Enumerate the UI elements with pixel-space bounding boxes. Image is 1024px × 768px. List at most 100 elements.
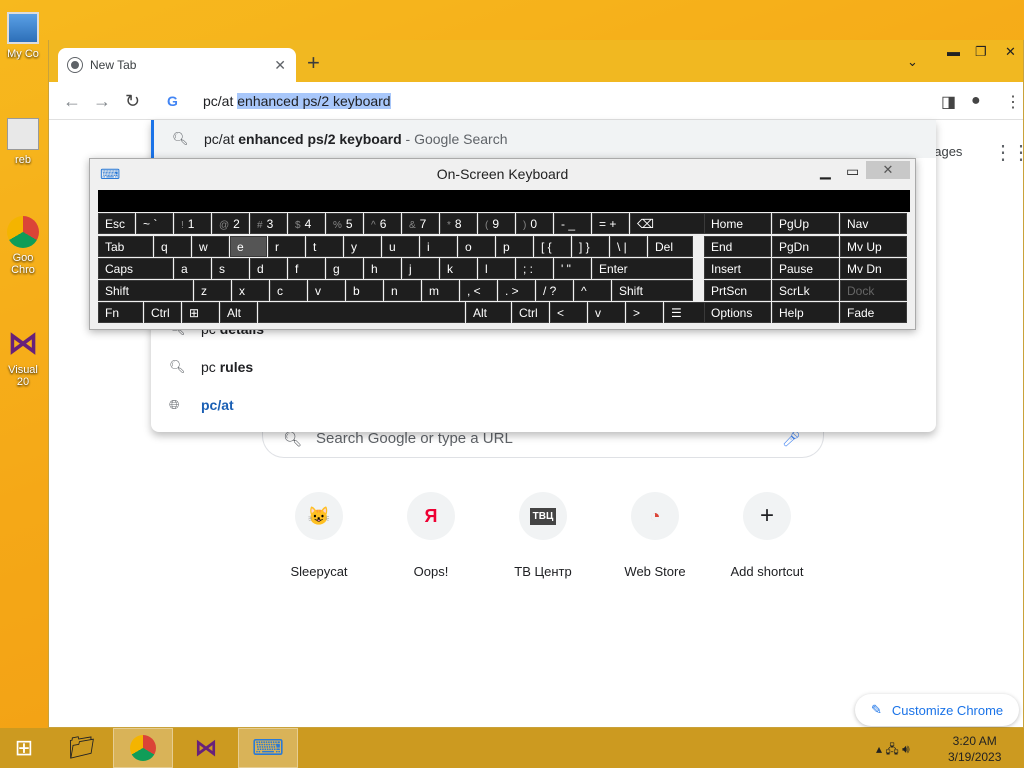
osk-key[interactable]: < xyxy=(550,302,587,323)
apps-icon[interactable]: ⋮⋮⋮ xyxy=(993,140,1024,165)
osk-key[interactable]: . > xyxy=(498,280,535,301)
osk-key[interactable]: e xyxy=(230,236,267,257)
shortcut-add[interactable]: + Add shortcut xyxy=(711,492,823,579)
osk-nav-key[interactable]: PgUp xyxy=(772,213,839,234)
osk-key[interactable]: Shift xyxy=(98,280,193,301)
osk-nav-key[interactable]: Help xyxy=(772,302,839,323)
osk-key[interactable]: f xyxy=(288,258,325,279)
osk-key[interactable]: Ctrl xyxy=(144,302,181,323)
osk-key[interactable]: p xyxy=(496,236,533,257)
osk-key[interactable]: Ctrl xyxy=(512,302,549,323)
new-tab-button[interactable]: + xyxy=(307,52,320,74)
osk-key[interactable]: n xyxy=(384,280,421,301)
osk-key[interactable]: ) 0 xyxy=(516,213,553,234)
osk-nav-key[interactable]: End xyxy=(704,236,771,257)
osk-nav-key[interactable]: Options xyxy=(704,302,771,323)
osk-key[interactable]: [ { xyxy=(534,236,571,257)
address-input[interactable]: pc/at enhanced ps/2 keyboard xyxy=(203,93,391,109)
osk-taskbar-icon[interactable]: ⌨ xyxy=(238,728,298,768)
shortcut-sleepycat[interactable]: 😺 Sleepycat xyxy=(263,492,375,579)
osk-key[interactable]: Alt xyxy=(220,302,257,323)
osk-nav-key[interactable]: Dock xyxy=(840,280,907,301)
osk-key[interactable]: #3 xyxy=(250,213,287,234)
desktop-icon-chrome[interactable]: Goo Chro xyxy=(0,216,46,276)
osk-nav-key[interactable]: PgDn xyxy=(772,236,839,257)
shortcut-oops[interactable]: Я Oops! xyxy=(375,492,487,579)
osk-key[interactable]: = + xyxy=(592,213,629,234)
osk-key[interactable]: j xyxy=(402,258,439,279)
osk-key[interactable]: ' " xyxy=(554,258,591,279)
back-button[interactable]: ← xyxy=(63,91,81,112)
osk-key[interactable]: m xyxy=(422,280,459,301)
osk-key[interactable]: , < xyxy=(460,280,497,301)
osk-key[interactable]: Tab xyxy=(98,236,153,257)
osk-key[interactable]: & 7 xyxy=(402,213,439,234)
system-tray[interactable]: ▴ 🖧︎ 🔊︎ xyxy=(876,740,910,761)
osk-key[interactable]: % 5 xyxy=(326,213,363,234)
osk-key[interactable]: g xyxy=(326,258,363,279)
osk-key[interactable]: o xyxy=(458,236,495,257)
osk-key[interactable]: ~ ` xyxy=(136,213,173,234)
suggestion-row[interactable]: 🌐︎ pc/at xyxy=(151,386,936,424)
osk-key[interactable]: Alt xyxy=(466,302,511,323)
osk-nav-key[interactable]: Mv Dn xyxy=(840,258,907,279)
tab-new-tab[interactable]: New Tab ✕ xyxy=(58,48,296,82)
osk-key[interactable]: l xyxy=(478,258,515,279)
osk-key[interactable]: y xyxy=(344,236,381,257)
osk-nav-key[interactable]: Nav xyxy=(840,213,907,234)
close-window-button[interactable]: ✕ xyxy=(1005,44,1016,60)
osk-key[interactable]: h xyxy=(364,258,401,279)
osk-key[interactable]: ^ xyxy=(574,280,611,301)
osk-key[interactable]: Fn xyxy=(98,302,143,323)
osk-key[interactable]: q xyxy=(154,236,191,257)
osk-key[interactable]: ] } xyxy=(572,236,609,257)
osk-key[interactable]: r xyxy=(268,236,305,257)
start-button[interactable]: ⊞ xyxy=(0,728,48,768)
osk-key[interactable]: Enter xyxy=(592,258,693,279)
customize-chrome-button[interactable]: ✎ Customize Chrome xyxy=(855,694,1019,726)
osk-key[interactable]: ^ 6 xyxy=(364,213,401,234)
osk-key[interactable]: $4 xyxy=(288,213,325,234)
osk-key[interactable]: ☰ xyxy=(664,302,709,323)
osk-close-button[interactable]: ✕ xyxy=(866,161,910,179)
osk-key[interactable]: Del xyxy=(648,236,693,257)
osk-key[interactable]: s xyxy=(212,258,249,279)
osk-nav-key[interactable]: Home xyxy=(704,213,771,234)
profile-icon[interactable]: ● xyxy=(971,92,981,110)
osk-key[interactable]: u xyxy=(382,236,419,257)
osk-key[interactable]: x xyxy=(232,280,269,301)
osk-nav-key[interactable]: Pause xyxy=(772,258,839,279)
close-tab-icon[interactable]: ✕ xyxy=(274,57,286,74)
menu-icon[interactable]: ⋮ xyxy=(1005,92,1021,112)
desktop-icon-recycle-bin[interactable]: reb xyxy=(0,118,46,166)
clock[interactable]: 3:20 AM 3/19/2023 xyxy=(948,733,1001,765)
osk-key[interactable]: ⊞ xyxy=(182,302,219,323)
osk-key[interactable]: k xyxy=(440,258,477,279)
osk-key[interactable]: Shift xyxy=(612,280,693,301)
forward-button[interactable]: → xyxy=(93,91,111,112)
desktop-icon-visual-studio[interactable]: ⋈ Visual 20 xyxy=(0,328,46,388)
osk-nav-key[interactable]: Mv Up xyxy=(840,236,907,257)
osk-key[interactable]: / ? xyxy=(536,280,573,301)
osk-key[interactable]: > xyxy=(626,302,663,323)
osk-nav-key[interactable]: ScrLk xyxy=(772,280,839,301)
osk-key[interactable]: * 8 xyxy=(440,213,477,234)
osk-key[interactable]: t xyxy=(306,236,343,257)
address-bar[interactable]: G pc/at enhanced ps/2 keyboard xyxy=(151,84,935,118)
tab-search-icon[interactable]: ⌄ xyxy=(907,54,918,70)
osk-key[interactable]: c xyxy=(270,280,307,301)
osk-key[interactable]: d xyxy=(250,258,287,279)
osk-nav-key[interactable]: Fade xyxy=(840,302,907,323)
microphone-icon[interactable]: 🎤︎ xyxy=(782,430,801,448)
reload-button[interactable]: ↻ xyxy=(125,91,140,112)
osk-key[interactable]: - _ xyxy=(554,213,591,234)
osk-key[interactable]: (9 xyxy=(478,213,515,234)
osk-key[interactable]: a xyxy=(174,258,211,279)
osk-key[interactable]: b xyxy=(346,280,383,301)
osk-key[interactable]: \ | xyxy=(610,236,647,257)
osk-key[interactable] xyxy=(258,302,465,323)
osk-key[interactable]: Caps xyxy=(98,258,173,279)
file-explorer-icon[interactable]: 📁︎ xyxy=(52,728,112,768)
maximize-button[interactable]: ❐ xyxy=(975,44,987,60)
osk-key[interactable]: v xyxy=(308,280,345,301)
